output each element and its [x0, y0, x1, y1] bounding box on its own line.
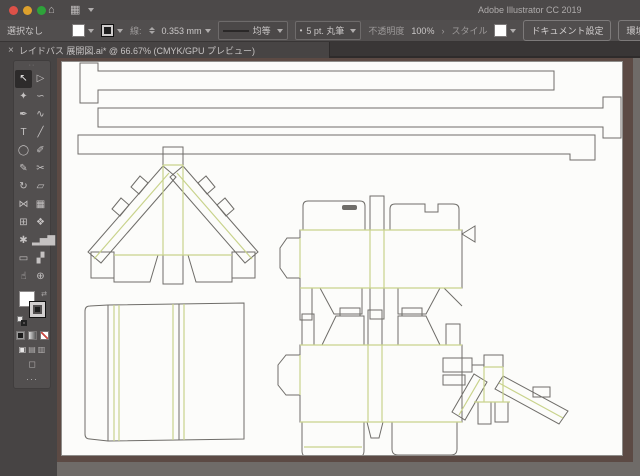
tool-panel: ·· ↖ ▷ ✦ ∽ ✒ ∿ T ╱ ◯ ✐ ✎ ✂ ↻ ▱ ⋈ ▦ ⊞ ❖ ✱ ▂▅▇ ▭ ▞ ☝ ⊕ ⇄ ▣ — [13, 60, 55, 389]
none-button[interactable] — [39, 331, 49, 340]
tool-magic-wand[interactable]: ✦ — [15, 88, 32, 106]
window-title: Adobe Illustrator CC 2019 — [478, 5, 582, 15]
zoom-window-button[interactable] — [37, 6, 46, 15]
tool-free-transform[interactable]: ▦ — [32, 196, 49, 214]
style-dropdown[interactable] — [494, 24, 517, 37]
tool-rotate[interactable]: ↻ — [15, 178, 32, 196]
edit-toolbar-button[interactable]: ··· — [26, 374, 38, 384]
piece-tray-carton-top[interactable] — [279, 195, 476, 321]
canvas-scroll-area[interactable] — [57, 58, 640, 476]
chevron-down-icon — [117, 28, 124, 33]
main-area: ·· ↖ ▷ ✦ ∽ ✒ ∿ T ╱ ◯ ✐ ✎ ✂ ↻ ▱ ⋈ ▦ ⊞ ❖ ✱ ▂▅▇ ▭ ▞ ☝ ⊕ ⇄ ▣ — [0, 58, 640, 476]
default-fill-stroke-icon[interactable] — [17, 316, 27, 326]
color-button[interactable] — [15, 331, 25, 340]
tool-paintbrush[interactable]: ✐ — [32, 142, 49, 160]
dieline-artwork — [77, 62, 622, 455]
tool-grid: ↖ ▷ ✦ ∽ ✒ ∿ T ╱ ◯ ✐ ✎ ✂ ↻ ▱ ⋈ ▦ ⊞ ❖ ✱ ▂▅▇ ▭ ▞ ☝ ⊕ — [14, 70, 55, 286]
stroke-profile-value: 均等 — [252, 26, 271, 36]
tool-scissors[interactable]: ✂ — [32, 160, 49, 178]
stroke-proxy-swatch[interactable] — [29, 301, 46, 318]
tool-slice[interactable]: ▞ — [32, 250, 49, 268]
opacity-label: 不透明度 — [368, 26, 405, 36]
tool-direct-selection[interactable]: ▷ — [32, 70, 49, 88]
piece-triangle-carton[interactable] — [87, 146, 259, 285]
brush-value: 5 pt. 丸筆 — [306, 26, 345, 36]
fill-swatch[interactable] — [72, 24, 86, 37]
chevron-down-icon — [350, 28, 357, 33]
chevron-down-icon — [88, 28, 95, 33]
tool-scale[interactable]: ▱ — [32, 178, 49, 196]
piece-strap-left-tab[interactable] — [79, 62, 555, 104]
close-window-button[interactable] — [9, 6, 18, 15]
style-label: スタイル — [451, 26, 488, 36]
piece-strap-long[interactable] — [77, 134, 596, 161]
selection-status: 選択なし — [7, 26, 44, 36]
chevron-down-icon — [204, 28, 211, 33]
brush-dropdown[interactable]: • 5 pt. 丸筆 — [294, 21, 362, 40]
tool-pencil[interactable]: ✎ — [15, 160, 32, 178]
document-tab[interactable]: × レイドバス 展開図.ai* @ 66.67% (CMYK/GPU プレビュー… — [0, 42, 330, 58]
drawing-modes-row: ▣ ▤ ▥ — [14, 345, 50, 354]
opacity-value[interactable]: 100% — [411, 26, 434, 36]
tool-shape-builder[interactable]: ⊞ — [15, 214, 32, 232]
preferences-button[interactable]: 環境設定 — [618, 20, 640, 41]
tool-symbol-sprayer[interactable]: ✱ — [15, 232, 32, 250]
pasteboard[interactable] — [57, 58, 633, 462]
swap-fill-stroke-icon[interactable]: ⇄ — [41, 290, 47, 298]
draw-inside-mode-icon[interactable]: ▥ — [38, 345, 46, 354]
opacity-more-icon[interactable]: › — [441, 26, 444, 36]
tool-type[interactable]: T — [15, 124, 32, 142]
vertical-scrollbar[interactable] — [633, 58, 640, 462]
tool-dock: ·· ↖ ▷ ✦ ∽ ✒ ∿ T ╱ ◯ ✐ ✎ ✂ ↻ ▱ ⋈ ▦ ⊞ ❖ ✱ ▂▅▇ ▭ ▞ ☝ ⊕ ⇄ ▣ — [0, 58, 57, 476]
draw-behind-mode-icon[interactable]: ▤ — [28, 345, 36, 354]
tool-zoom[interactable]: ⊕ — [32, 268, 49, 286]
draw-normal-mode-icon[interactable]: ▣ — [19, 345, 27, 354]
horizontal-scrollbar[interactable] — [57, 462, 640, 476]
tab-bar: × レイドバス 展開図.ai* @ 66.67% (CMYK/GPU プレビュー… — [0, 42, 640, 58]
panel-drag-handle[interactable]: ·· — [14, 61, 50, 70]
tool-blend[interactable]: ❖ — [32, 214, 49, 232]
stroke-swatch[interactable] — [101, 24, 115, 37]
tool-column-graph[interactable]: ▂▅▇ — [32, 232, 55, 250]
gradient-button[interactable] — [27, 331, 37, 340]
chevron-down-icon[interactable] — [88, 8, 94, 12]
tool-ellipse[interactable]: ◯ — [15, 142, 32, 160]
brush-preview-dot: • — [299, 26, 303, 35]
piece-sleeve-wrap[interactable] — [84, 302, 245, 442]
chevron-down-icon — [510, 28, 517, 33]
document-tab-title: レイドバス 展開図.ai* @ 66.67% (CMYK/GPU プレビュー) — [18, 45, 256, 56]
tool-width[interactable]: ⋈ — [15, 196, 32, 214]
tool-hand[interactable]: ☝ — [15, 268, 32, 286]
piece-strap-right-tab[interactable] — [97, 96, 622, 139]
minimize-window-button[interactable] — [23, 6, 32, 15]
control-bar: 選択なし 線: 0.353 mm 均等 • 5 pt. 丸筆 不透明度 100%… — [0, 20, 640, 42]
tool-line-segment[interactable]: ╱ — [32, 124, 49, 142]
tool-lasso[interactable]: ∽ — [32, 88, 49, 106]
tool-selection[interactable]: ↖ — [15, 70, 32, 88]
piece-tray-carton-bottom[interactable] — [277, 307, 463, 455]
stroke-profile-preview — [222, 29, 249, 32]
document-setup-button[interactable]: ドキュメント設定 — [523, 20, 612, 41]
artboard-switcher-icon[interactable]: ▦ — [70, 3, 80, 17]
screen-mode-icon[interactable]: ◻ — [28, 359, 35, 369]
titlebar: ⌂ ▦ Adobe Illustrator CC 2019 — [0, 0, 640, 20]
fill-stroke-cluster: ⇄ — [14, 290, 50, 328]
stroke-width-stepper[interactable] — [148, 27, 155, 34]
stroke-width-value[interactable]: 0.353 mm — [162, 26, 202, 36]
stroke-label: 線: — [130, 26, 142, 36]
artboard[interactable] — [62, 62, 622, 455]
home-icon[interactable]: ⌂ — [48, 3, 55, 17]
stroke-width-dropdown[interactable]: 0.353 mm — [162, 26, 211, 36]
close-tab-icon[interactable]: × — [8, 45, 14, 56]
chevron-down-icon — [276, 28, 283, 33]
tool-artboard[interactable]: ▭ — [15, 250, 32, 268]
tool-curvature[interactable]: ∿ — [32, 106, 49, 124]
illustrator-window: ⌂ ▦ Adobe Illustrator CC 2019 選択なし 線: 0.… — [0, 0, 640, 476]
stroke-color-dropdown[interactable] — [101, 24, 124, 37]
style-swatch[interactable] — [494, 24, 508, 37]
tool-pen[interactable]: ✒ — [15, 106, 32, 124]
fill-color-dropdown[interactable] — [72, 24, 95, 37]
color-type-row — [14, 331, 50, 340]
stroke-profile-dropdown[interactable]: 均等 — [217, 21, 288, 40]
